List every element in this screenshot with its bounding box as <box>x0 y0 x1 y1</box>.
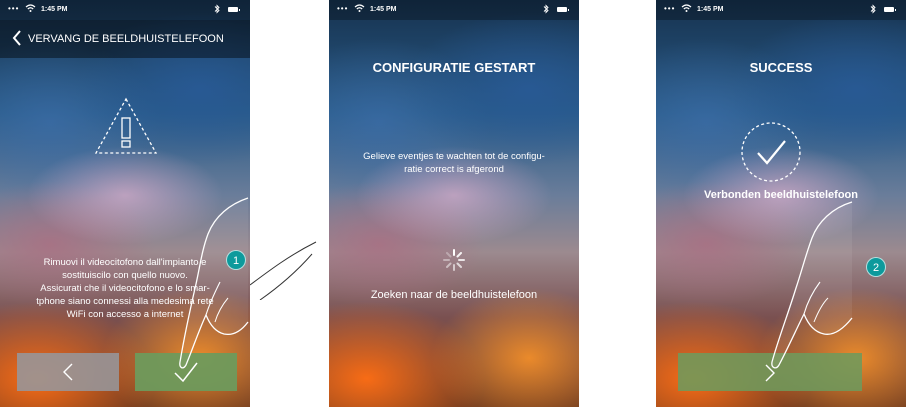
warning-icon <box>94 97 158 154</box>
instructions-text: Rimuovi il videocitofono dall'impianto e… <box>36 257 214 320</box>
step-badge-1: 1 <box>226 250 246 270</box>
status-time: 1:45 PM <box>697 6 724 13</box>
confirm-button[interactable] <box>135 353 237 391</box>
page-title: VERVANG DE BEELDHUISTELEFOON <box>28 33 224 45</box>
back-arrow-icon[interactable] <box>12 29 22 47</box>
wifi-icon <box>681 4 692 12</box>
wait-message: Gelieve eventjes te wachten tot de confi… <box>363 151 545 175</box>
status-bar: ••• 1:45 PM <box>0 0 250 20</box>
next-button[interactable] <box>678 353 862 391</box>
step-badge-2: 2 <box>866 257 886 277</box>
wifi-icon <box>25 4 36 12</box>
battery-icon <box>557 7 569 12</box>
bluetooth-icon <box>543 4 549 14</box>
signal-dots: ••• <box>664 4 676 13</box>
status-bar: ••• 1:45 PM <box>329 0 579 20</box>
success-message: Verbonden beeldhuistelefoon <box>703 189 859 201</box>
battery-icon <box>884 7 896 12</box>
status-time: 1:45 PM <box>41 6 68 13</box>
phone-screen-configuring: ••• 1:45 PM CONFIGURATIE GESTART Gelieve… <box>329 0 579 407</box>
page-header: VERVANG DE BEELDHUISTELEFOON <box>0 20 250 58</box>
back-button[interactable] <box>17 353 119 391</box>
chevron-right-icon <box>765 364 775 382</box>
hand-wrist-outline <box>250 241 317 300</box>
bluetooth-icon <box>214 4 220 14</box>
check-icon <box>174 362 198 383</box>
phone-screen-success: ••• 1:45 PM SUCCESS Verbonden beeldhuist… <box>656 0 906 407</box>
chevron-left-icon <box>63 363 73 381</box>
page-title: CONFIGURATIE GESTART <box>372 60 536 75</box>
status-bar: ••• 1:45 PM <box>656 0 906 20</box>
bluetooth-icon <box>870 4 876 14</box>
success-check-icon <box>741 122 801 182</box>
signal-dots: ••• <box>8 4 20 13</box>
pointing-hand-icon <box>771 201 853 369</box>
search-status-text: Zoeken naar de beeldhuistelefoon <box>370 289 538 301</box>
signal-dots: ••• <box>337 4 349 13</box>
page-title: SUCCESS <box>749 60 813 75</box>
loading-spinner-icon <box>443 249 465 271</box>
phone-screen-replace: ••• 1:45 PM VERVANG DE BEELDHUISTELEFOON… <box>0 0 250 407</box>
wifi-icon <box>354 4 365 12</box>
battery-icon <box>228 7 240 12</box>
status-time: 1:45 PM <box>370 6 397 13</box>
